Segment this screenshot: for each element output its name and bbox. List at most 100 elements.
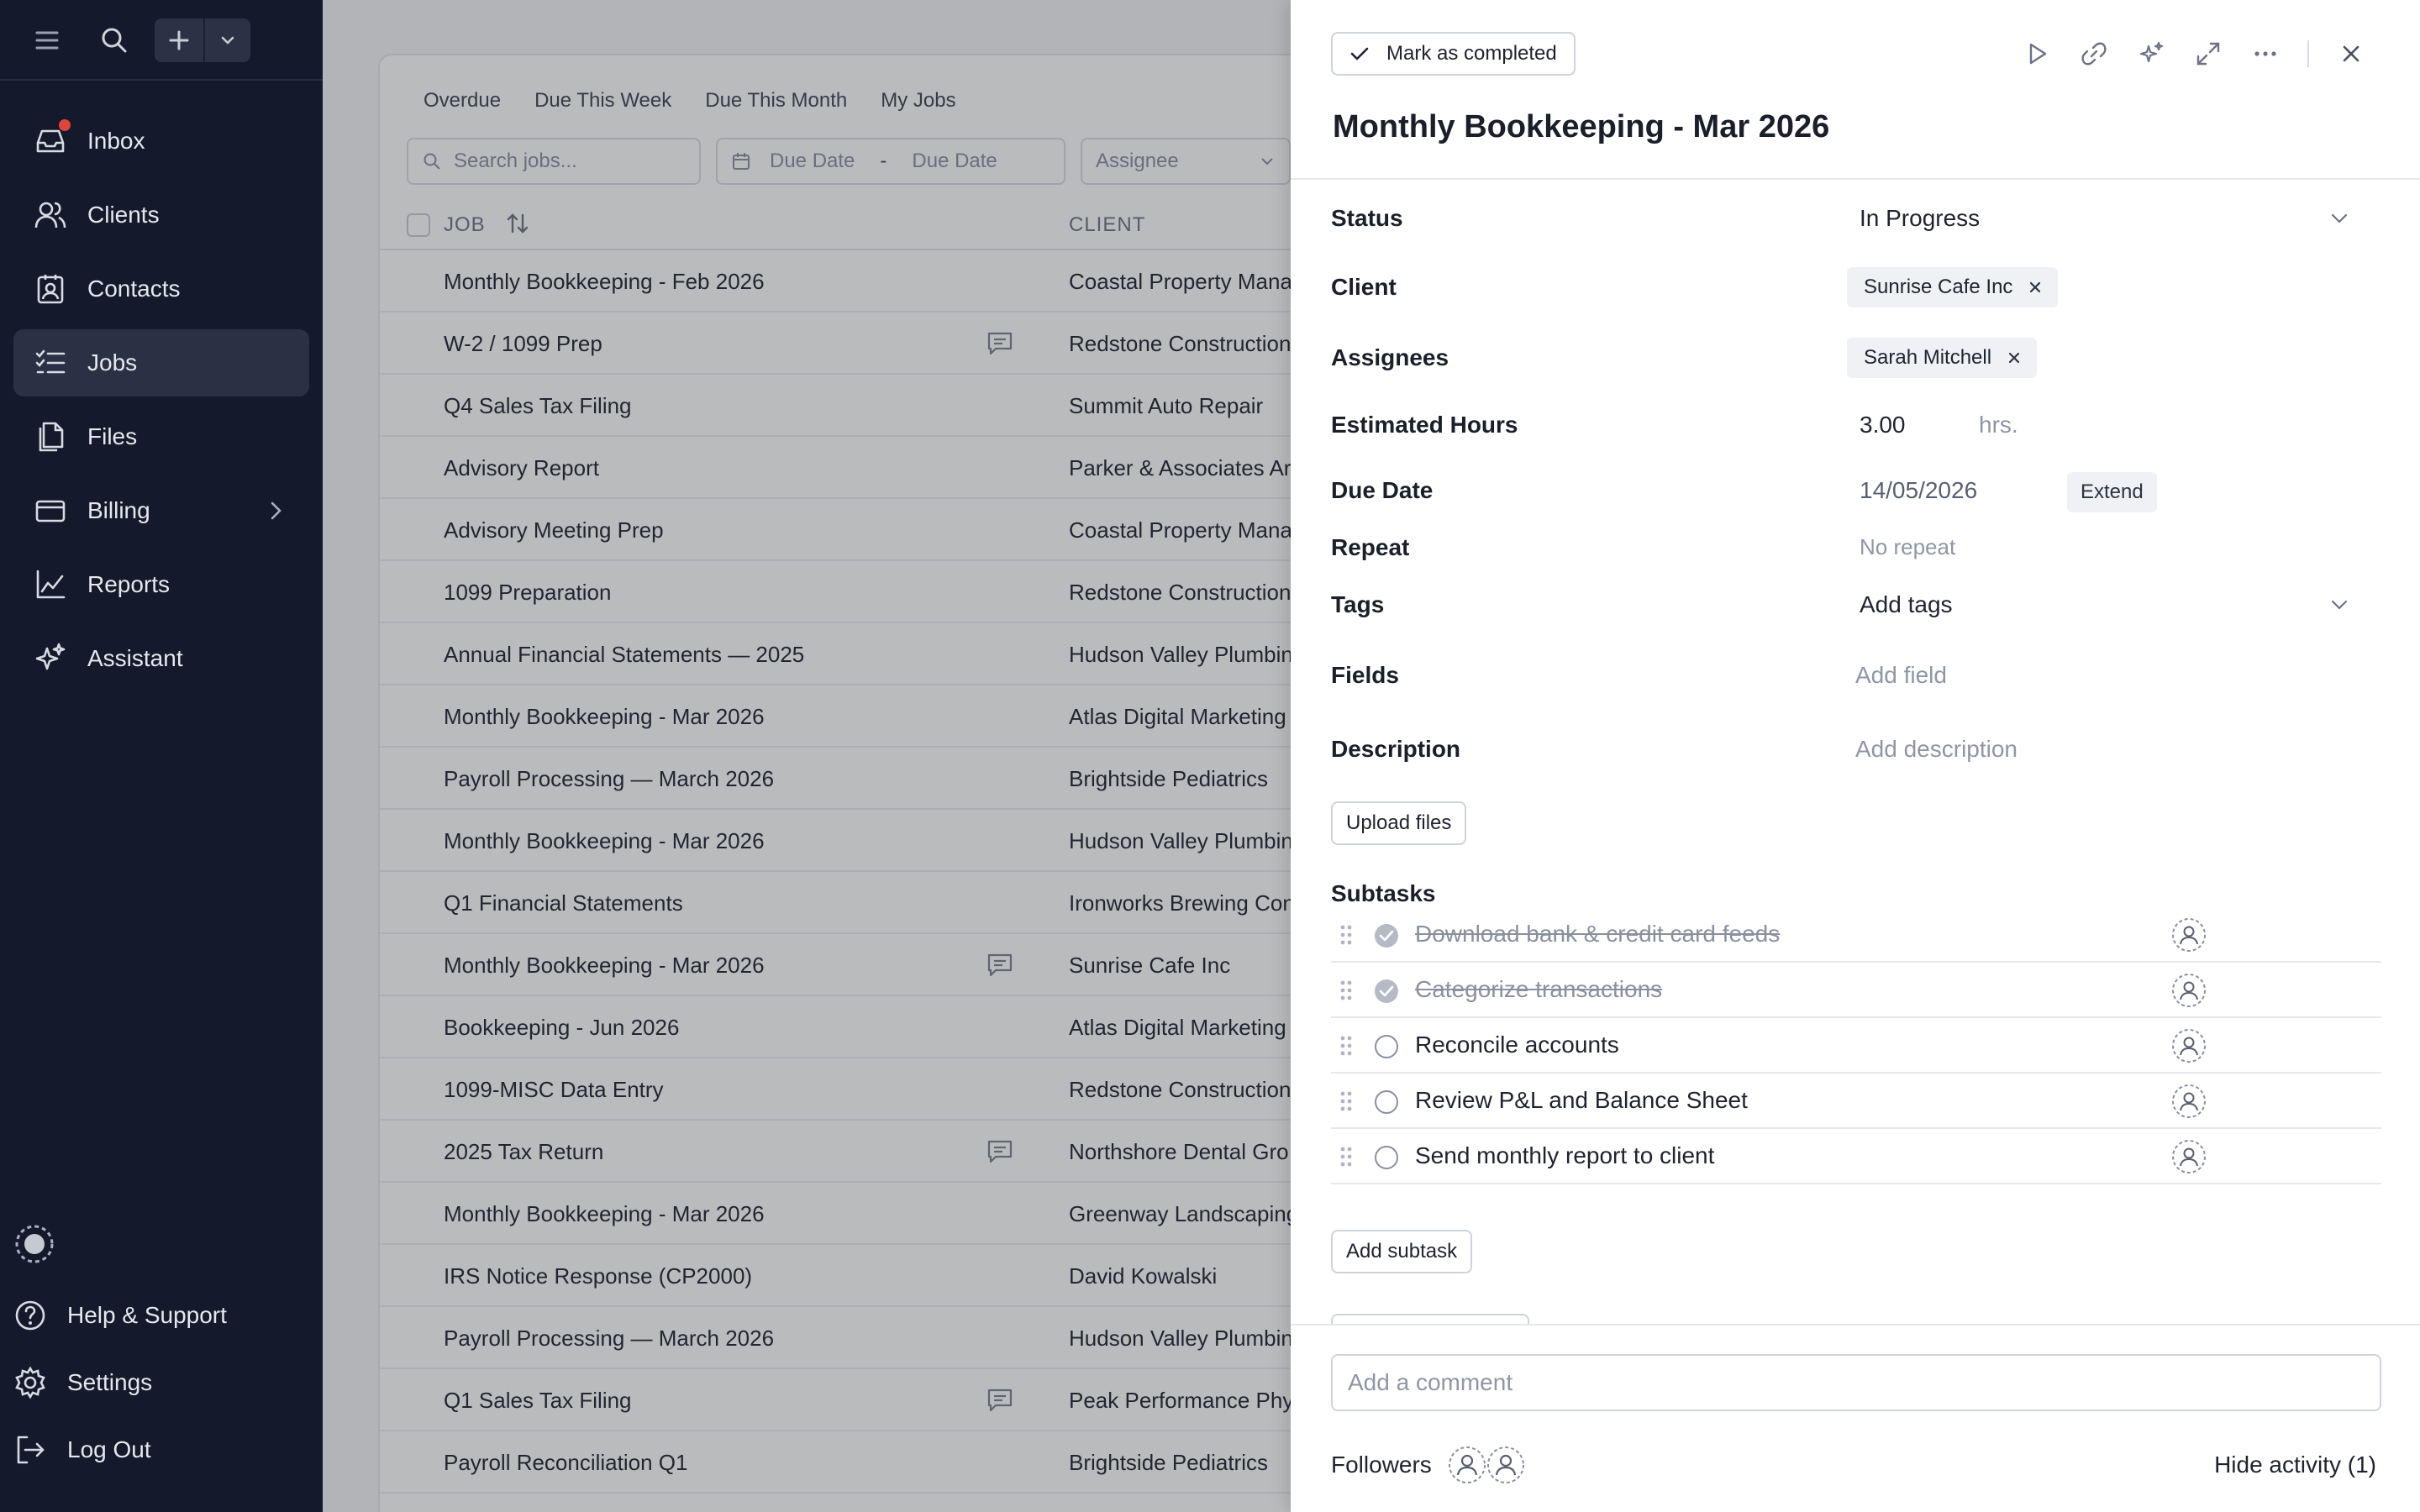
subtask-row[interactable]: Review P&L and Balance Sheet: [1331, 1074, 2381, 1129]
subtask-row[interactable]: Send monthly report to client: [1331, 1129, 2381, 1184]
hamburger-menu-icon[interactable]: [32, 25, 62, 55]
subtask-text[interactable]: Reconcile accounts: [1415, 1032, 1619, 1058]
credit-card-icon: [34, 494, 67, 528]
assignees-label: Assignees: [1331, 344, 1449, 370]
search-icon[interactable]: [97, 24, 131, 57]
more-options-icon[interactable]: [2249, 37, 2282, 71]
upload-files-button[interactable]: Upload files: [1331, 801, 1467, 845]
assignee-chip-label: Sarah Mitchell: [1864, 346, 1992, 369]
sidebar-item-jobs[interactable]: Jobs: [13, 329, 309, 396]
hide-activity-toggle[interactable]: Hide activity (1): [2214, 1452, 2376, 1478]
drag-handle-icon[interactable]: [1338, 1033, 1355, 1058]
hours-unit: hrs.: [1979, 412, 2018, 438]
job-detail-panel: Mark as completed Monthly Bookkeeping - …: [1291, 0, 2420, 1512]
help-support-label: Help & Support: [67, 1302, 227, 1328]
job-title[interactable]: Monthly Bookkeeping - Mar 2026: [1333, 109, 1829, 145]
logout-label: Log Out: [67, 1436, 151, 1462]
repeat-label: Repeat: [1331, 534, 1410, 560]
users-icon: [34, 198, 67, 232]
drag-handle-icon[interactable]: [1338, 1144, 1355, 1169]
assign-user-icon[interactable]: [2171, 1028, 2207, 1063]
ai-sparkle-icon[interactable]: [2134, 37, 2168, 71]
line-chart-icon: [34, 568, 67, 601]
chevron-right-icon[interactable]: [264, 499, 287, 522]
estimated-hours-input[interactable]: 3.00: [1860, 412, 1906, 438]
sidebar-item-billing[interactable]: Billing: [13, 477, 309, 544]
client-chip[interactable]: Sunrise Cafe Inc: [1847, 267, 2059, 307]
plus-icon[interactable]: [155, 18, 205, 62]
sidebar-item-reports[interactable]: Reports: [13, 551, 309, 618]
subtask-row[interactable]: Reconcile accounts: [1331, 1018, 2381, 1074]
subtask-text[interactable]: Categorize transactions: [1415, 976, 1662, 1003]
chevron-down-icon[interactable]: [2326, 591, 2353, 618]
tags-select[interactable]: Add tags: [1860, 591, 1953, 618]
app-logo-icon: [13, 1223, 55, 1265]
remove-assignee-icon[interactable]: [2005, 349, 2023, 367]
subtask-text[interactable]: Send monthly report to client: [1415, 1142, 1714, 1169]
panel-header: Mark as completed Monthly Bookkeeping - …: [1291, 0, 2420, 180]
sidebar: Inbox Clients Contacts Jobs Files Billin…: [0, 0, 323, 1512]
mark-completed-button[interactable]: Mark as completed: [1331, 32, 1576, 76]
create-new-button[interactable]: [155, 18, 250, 62]
expand-icon[interactable]: [2191, 37, 2225, 71]
comment-placeholder: Add a comment: [1348, 1369, 1513, 1395]
fields-label: Fields: [1331, 662, 1399, 688]
sidebar-item-inbox[interactable]: Inbox: [13, 108, 309, 175]
sidebar-item-assistant[interactable]: Assistant: [13, 625, 309, 692]
extend-button[interactable]: Extend: [2067, 472, 2157, 512]
subtask-row[interactable]: Download bank & credit card feeds: [1331, 907, 2381, 963]
notification-dot: [59, 119, 71, 131]
unchecked-circle-icon[interactable]: [1373, 1089, 1400, 1116]
inbox-icon: [34, 119, 71, 158]
sidebar-item-clients[interactable]: Clients: [13, 181, 309, 249]
unchecked-circle-icon[interactable]: [1373, 1144, 1400, 1171]
sidebar-item-label: Reports: [87, 571, 171, 597]
unchecked-circle-icon[interactable]: [1373, 1033, 1400, 1060]
add-field-button[interactable]: Add field: [1855, 662, 1947, 689]
drag-handle-icon[interactable]: [1338, 922, 1355, 948]
assign-user-icon[interactable]: [2171, 1084, 2207, 1119]
sidebar-item-files[interactable]: Files: [13, 403, 309, 470]
toolbar-divider: [2307, 40, 2309, 67]
checked-circle-icon[interactable]: [1373, 978, 1400, 1005]
repeat-select[interactable]: No repeat: [1860, 534, 1955, 560]
status-select[interactable]: In Progress: [1860, 205, 1980, 232]
link-icon[interactable]: [2077, 37, 2111, 71]
tags-label: Tags: [1331, 591, 1385, 617]
due-date-input[interactable]: 14/05/2026: [1860, 477, 1977, 504]
help-support-link[interactable]: Help & Support: [13, 1292, 227, 1339]
drag-handle-icon[interactable]: [1338, 1089, 1355, 1114]
clipped-button[interactable]: [1331, 1314, 1529, 1324]
description-input[interactable]: Add description: [1855, 736, 2018, 763]
subtask-text[interactable]: Download bank & credit card feeds: [1415, 921, 1780, 948]
assign-user-icon[interactable]: [2171, 1139, 2207, 1174]
client-chip-label: Sunrise Cafe Inc: [1864, 276, 2013, 298]
files-icon: [34, 420, 67, 454]
followers-section: Followers: [1331, 1445, 1526, 1485]
sidebar-item-label: Files: [87, 423, 138, 449]
add-follower-icon[interactable]: [1486, 1445, 1526, 1485]
settings-link[interactable]: Settings: [13, 1359, 152, 1406]
comment-input[interactable]: Add a comment: [1331, 1354, 2381, 1411]
sidebar-item-label: Contacts: [87, 276, 181, 302]
assignee-chip[interactable]: Sarah Mitchell: [1847, 338, 2038, 378]
remove-client-icon[interactable]: [2026, 278, 2044, 297]
sidebar-item-label: Inbox: [87, 128, 145, 154]
assign-user-icon[interactable]: [2171, 973, 2207, 1008]
chevron-down-icon[interactable]: [2326, 205, 2353, 232]
sidebar-item-contacts[interactable]: Contacts: [13, 255, 309, 323]
checked-circle-icon[interactable]: [1373, 922, 1400, 949]
subtask-row[interactable]: Categorize transactions: [1331, 963, 2381, 1018]
sidebar-item-label: Clients: [87, 202, 160, 228]
add-subtask-button[interactable]: Add subtask: [1331, 1230, 1473, 1273]
subtask-text[interactable]: Review P&L and Balance Sheet: [1415, 1087, 1748, 1114]
play-timer-icon[interactable]: [2020, 37, 2054, 71]
follower-avatar-icon[interactable]: [1447, 1445, 1487, 1485]
close-icon[interactable]: [2334, 37, 2368, 71]
logout-link[interactable]: Log Out: [13, 1426, 151, 1473]
drag-handle-icon[interactable]: [1338, 978, 1355, 1003]
chevron-down-icon[interactable]: [205, 18, 250, 62]
assign-user-icon[interactable]: [2171, 917, 2207, 953]
mark-completed-label: Mark as completed: [1386, 42, 1557, 65]
panel-toolbar: [1996, 37, 2368, 71]
